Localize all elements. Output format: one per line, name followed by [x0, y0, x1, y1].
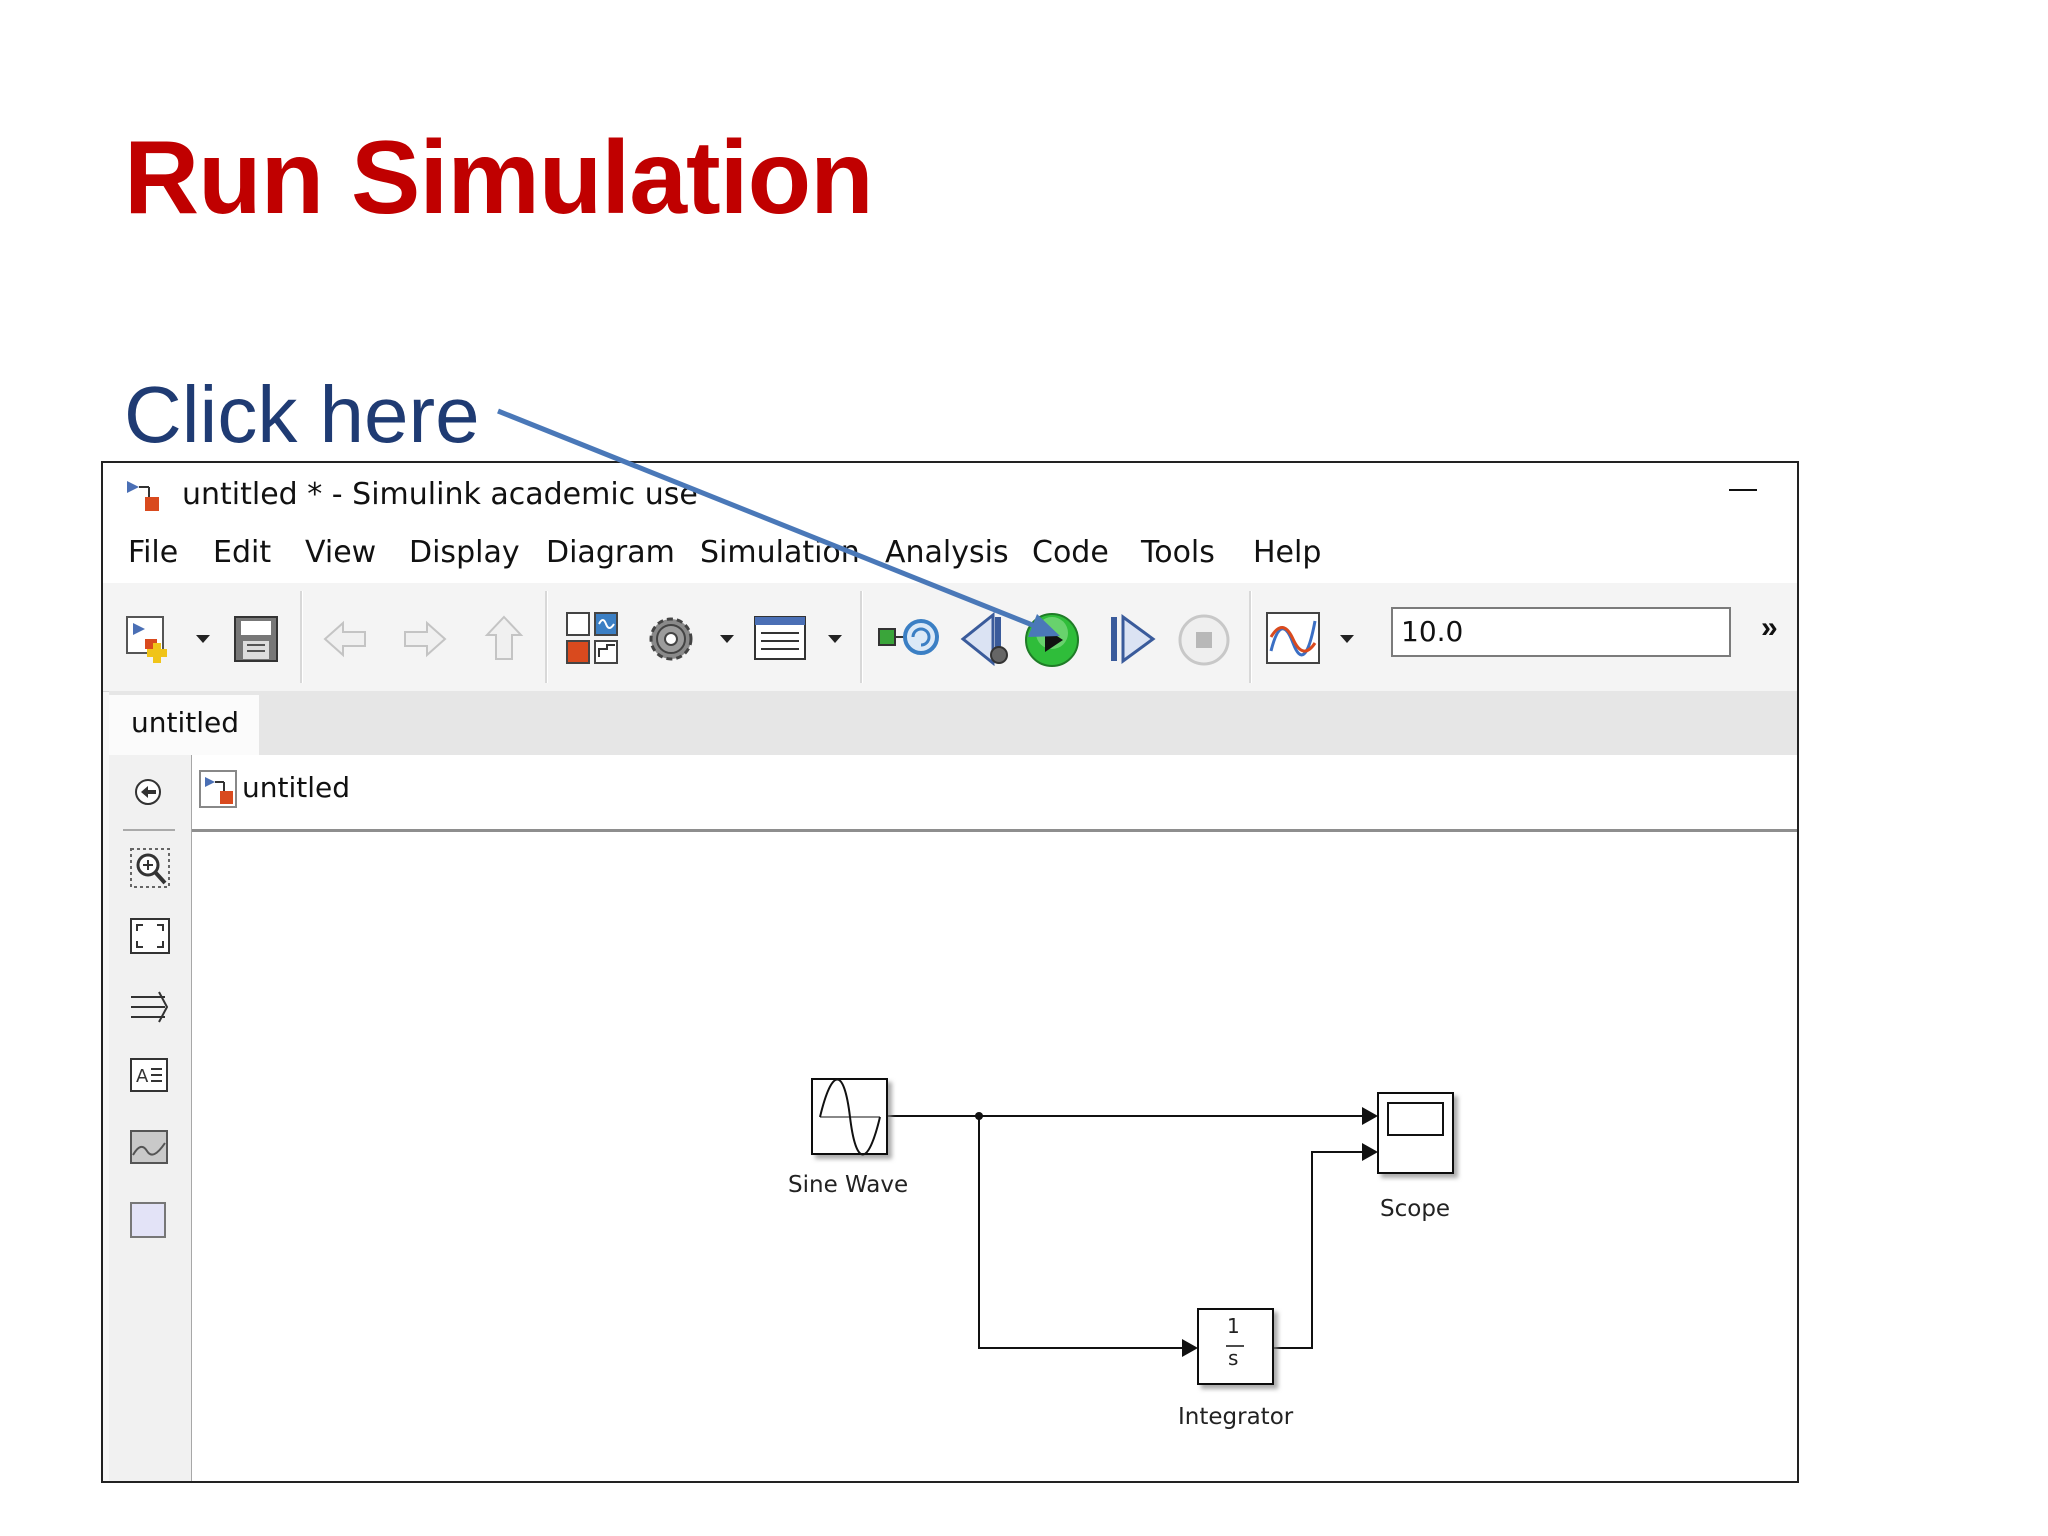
- window-title: untitled * - Simulink academic use: [182, 477, 698, 512]
- settings-gear-icon[interactable]: [643, 611, 699, 667]
- new-model-icon[interactable]: [123, 613, 175, 665]
- scope-block[interactable]: [1377, 1092, 1454, 1174]
- update-diagram-icon[interactable]: [877, 615, 943, 661]
- step-forward-icon[interactable]: [1107, 613, 1157, 665]
- zoom-in-icon[interactable]: [129, 847, 173, 891]
- menu-display[interactable]: Display: [409, 535, 520, 570]
- menu-analysis[interactable]: Analysis: [885, 535, 1009, 570]
- svg-text:A: A: [136, 1066, 149, 1087]
- sine-wave-block[interactable]: [811, 1078, 888, 1156]
- annotation-icon[interactable]: A: [129, 1057, 173, 1095]
- menu-code[interactable]: Code: [1032, 535, 1109, 570]
- model-icon: [199, 770, 237, 808]
- sine-wave-label: Sine Wave: [788, 1172, 909, 1198]
- toolbar-overflow-button[interactable]: »: [1761, 611, 1778, 645]
- menu-edit[interactable]: Edit: [213, 535, 271, 570]
- run-icon[interactable]: [1023, 611, 1081, 669]
- branch-point: [975, 1112, 983, 1120]
- slide-title: Run Simulation: [124, 120, 874, 236]
- menu-view[interactable]: View: [305, 535, 376, 570]
- back-icon[interactable]: [133, 777, 163, 807]
- scope-input-arrow-2: [1362, 1143, 1378, 1161]
- up-icon[interactable]: [481, 613, 527, 663]
- integrator-input-arrow: [1182, 1339, 1198, 1357]
- new-model-dropdown-icon[interactable]: [193, 629, 213, 649]
- stop-time-input[interactable]: 10.0: [1391, 607, 1731, 657]
- model-explorer-icon[interactable]: [753, 613, 807, 663]
- step-back-icon[interactable]: [959, 611, 1015, 667]
- model-canvas[interactable]: 1 s Sine Wave Scope Integrator: [192, 832, 1797, 1481]
- integrator-numerator: 1: [1227, 1314, 1240, 1338]
- left-tool-palette: A: [109, 755, 193, 1481]
- simulink-window: untitled * - Simulink academic use File …: [101, 461, 1799, 1483]
- toolbar-separator: [860, 591, 863, 683]
- library-browser-icon[interactable]: [565, 611, 623, 667]
- minimize-button[interactable]: [1729, 489, 1757, 491]
- data-inspector-dropdown-icon[interactable]: [1337, 629, 1357, 649]
- address-label: untitled: [242, 771, 351, 804]
- address-bar: untitled: [192, 755, 1797, 832]
- simulink-logo-icon: [127, 481, 159, 511]
- tab-strip: untitled: [109, 691, 1797, 758]
- toolbar-separator: [545, 591, 548, 683]
- menu-diagram[interactable]: Diagram: [546, 535, 675, 570]
- palette-divider: [123, 829, 175, 831]
- toolbar: 10.0 »: [103, 583, 1797, 692]
- forward-icon[interactable]: [399, 617, 449, 661]
- settings-dropdown-icon[interactable]: [717, 629, 737, 649]
- integrator-label: Integrator: [1178, 1404, 1294, 1430]
- diagram-wiring: [811, 1078, 1454, 1385]
- toolbar-separator: [300, 591, 303, 683]
- window-titlebar: untitled * - Simulink academic use: [103, 463, 1797, 523]
- image-icon[interactable]: [129, 1129, 173, 1167]
- data-inspector-icon[interactable]: [1265, 611, 1321, 665]
- menu-tools[interactable]: Tools: [1141, 535, 1215, 570]
- signal-lines: [887, 1115, 1362, 1349]
- scope-input-arrow-1: [1362, 1107, 1378, 1125]
- scope-label: Scope: [1380, 1196, 1451, 1222]
- integrator-denominator: s: [1228, 1346, 1239, 1370]
- menu-bar: File Edit View Display Diagram Simulatio…: [103, 523, 1797, 583]
- stop-icon[interactable]: [1177, 613, 1231, 667]
- area-icon[interactable]: [129, 1201, 173, 1241]
- save-icon[interactable]: [231, 613, 283, 665]
- route-lines-icon[interactable]: [129, 989, 173, 1023]
- toolbar-separator: [1249, 591, 1252, 683]
- menu-simulation[interactable]: Simulation: [700, 535, 860, 570]
- back-icon[interactable]: [321, 617, 371, 661]
- fit-to-view-icon[interactable]: [129, 917, 173, 957]
- tab-untitled[interactable]: untitled: [109, 695, 259, 755]
- model-explorer-dropdown-icon[interactable]: [825, 629, 845, 649]
- menu-file[interactable]: File: [128, 535, 178, 570]
- callout-text: Click here: [124, 370, 480, 459]
- menu-help[interactable]: Help: [1253, 535, 1321, 570]
